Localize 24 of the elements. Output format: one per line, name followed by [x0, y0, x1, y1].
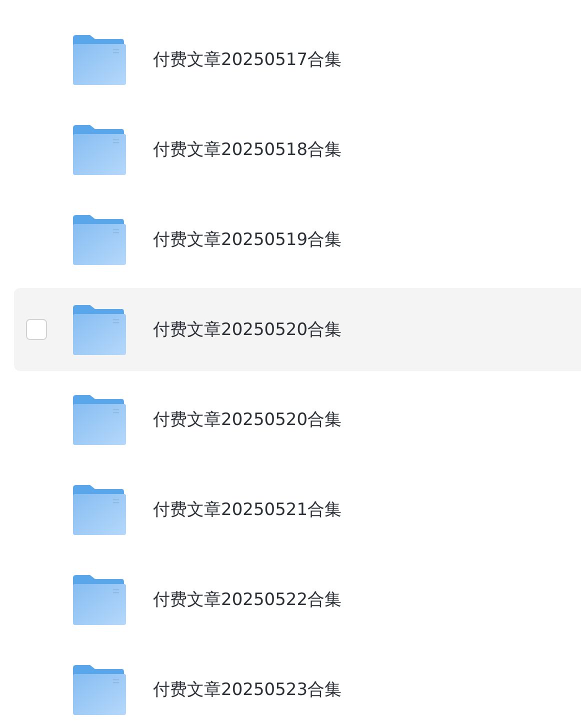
folder-name[interactable]: 付费文章20250522合集: [153, 588, 342, 611]
folder-name[interactable]: 付费文章20250517合集: [153, 48, 342, 71]
folder-row[interactable]: 付费文章20250519合集: [14, 198, 581, 281]
folder-icon: [72, 304, 126, 354]
folder-row[interactable]: 付费文章20250522合集: [14, 558, 581, 641]
folder-icon: [72, 124, 126, 174]
folder-name[interactable]: 付费文章20250521合集: [153, 498, 342, 521]
checkbox[interactable]: [26, 319, 47, 340]
folder-row[interactable]: 付费文章20250520合集: [14, 378, 581, 461]
folder-icon: [72, 34, 126, 84]
folder-icon: [72, 574, 126, 624]
folder-name[interactable]: 付费文章20250519合集: [153, 228, 342, 251]
folder-row[interactable]: 付费文章20250523合集: [14, 648, 581, 723]
folder-name[interactable]: 付费文章20250520合集: [153, 408, 342, 431]
folder-icon: [72, 664, 126, 714]
folder-icon: [72, 484, 126, 534]
folder-icon: [72, 394, 126, 444]
folder-icon: [72, 214, 126, 264]
folder-name[interactable]: 付费文章20250518合集: [153, 138, 342, 161]
folder-name[interactable]: 付费文章20250523合集: [153, 678, 342, 701]
folder-row[interactable]: 付费文章20250518合集: [14, 108, 581, 191]
folder-row[interactable]: 付费文章20250521合集: [14, 468, 581, 551]
folder-name[interactable]: 付费文章20250520合集: [153, 318, 342, 341]
folder-row[interactable]: 付费文章20250517合集: [14, 18, 581, 101]
